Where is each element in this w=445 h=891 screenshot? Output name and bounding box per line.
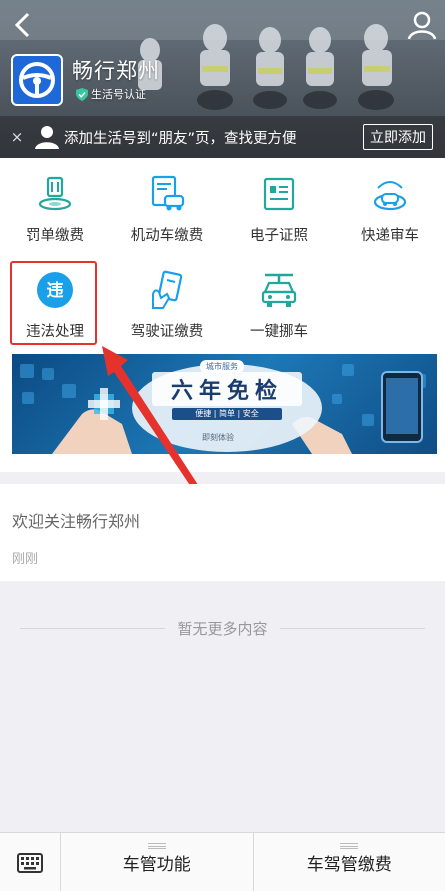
menu-item-vehicle-payment[interactable]: 机动车缴费 — [112, 174, 222, 254]
promo-text: 添加生活号到“朋友”页，查找更方便 — [64, 130, 297, 147]
tab-payment[interactable]: 车驾管缴费 — [252, 833, 445, 891]
banner-title: 六年免检 — [170, 378, 283, 404]
message-title: 欢迎关注畅行郑州 — [12, 512, 141, 531]
person-icon — [35, 126, 59, 149]
no-more-text: 暂无更多内容 — [177, 619, 268, 638]
shield-check-icon — [76, 87, 88, 101]
menu-item-label: 电子证照 — [250, 228, 308, 244]
account-name: 畅行郑州 — [72, 59, 160, 83]
service-menu: 罚单缴费 机动车缴费 电子证照 快递审车 违 违法处理 驾驶证缴费 一键挪车 城… — [0, 158, 445, 472]
add-now-button[interactable]: 立即添加 — [363, 124, 433, 150]
menu-grip-icon — [147, 843, 166, 849]
promo-banner[interactable]: 城市服务 六年免检 便捷 | 简单 | 安全 即刻体验 — [12, 354, 437, 454]
menu-item-e-license[interactable]: 电子证照 — [224, 174, 334, 254]
menu-item-label: 一键挪车 — [250, 324, 308, 340]
add-to-friends-bar: × 添加生活号到“朋友”页，查找更方便 立即添加 — [0, 116, 445, 158]
back-button[interactable] — [6, 8, 40, 42]
menu-item-label: 快递审车 — [361, 228, 419, 244]
license-payment-icon — [152, 270, 183, 309]
chevron-left-icon — [14, 12, 30, 38]
menu-item-move-car[interactable]: 一键挪车 — [224, 270, 334, 350]
no-more-content: 暂无更多内容 — [0, 616, 445, 640]
move-car-icon — [261, 273, 297, 307]
banner-subtitle: 便捷 | 简单 | 安全 — [172, 408, 282, 420]
e-license-icon — [263, 177, 295, 211]
banner-title-box: 六年免检 — [152, 372, 302, 406]
menu-item-label: 驾驶证缴费 — [130, 324, 204, 340]
menu-item-express-inspection[interactable]: 快递审车 — [335, 174, 445, 254]
bottom-menu-bar: 车管功能 车驾管缴费 — [0, 832, 445, 891]
divider — [279, 627, 425, 629]
menu-item-label: 罚单缴费 — [26, 228, 84, 244]
verified-label: 生活号认证 — [91, 88, 146, 101]
tab-label: 车驾管缴费 — [306, 855, 392, 875]
violation-highlight-box — [10, 261, 97, 345]
menu-item-fine-payment[interactable]: 罚单缴费 — [0, 174, 110, 254]
profile-button[interactable] — [405, 8, 439, 42]
person-icon — [407, 11, 437, 40]
account-header: 畅行郑州 生活号认证 × 添加生活号到“朋友”页，查找更方便 立即添加 — [0, 0, 445, 158]
keyboard-toggle-button[interactable] — [0, 833, 61, 891]
message-time: 刚刚 — [12, 552, 39, 567]
tab-label: 车管功能 — [122, 855, 191, 875]
close-promo-button[interactable]: × — [0, 116, 34, 158]
keyboard-icon — [17, 852, 43, 873]
express-inspection-icon — [373, 181, 407, 211]
steering-wheel-icon — [19, 62, 55, 98]
fine-payment-icon — [38, 176, 72, 211]
menu-item-label: 机动车缴费 — [130, 228, 204, 244]
banner-footer: 即刻体验 — [202, 433, 234, 442]
menu-grip-icon — [340, 843, 359, 849]
vehicle-payment-icon — [151, 175, 185, 211]
divider — [20, 627, 166, 629]
verified-badge: 生活号认证 — [76, 86, 146, 102]
account-logo — [11, 54, 63, 106]
menu-item-license-payment[interactable]: 驾驶证缴费 — [112, 270, 222, 350]
tab-vehicle-management[interactable]: 车管功能 — [61, 833, 253, 891]
message-card[interactable]: 欢迎关注畅行郑州 刚刚 — [0, 484, 445, 581]
